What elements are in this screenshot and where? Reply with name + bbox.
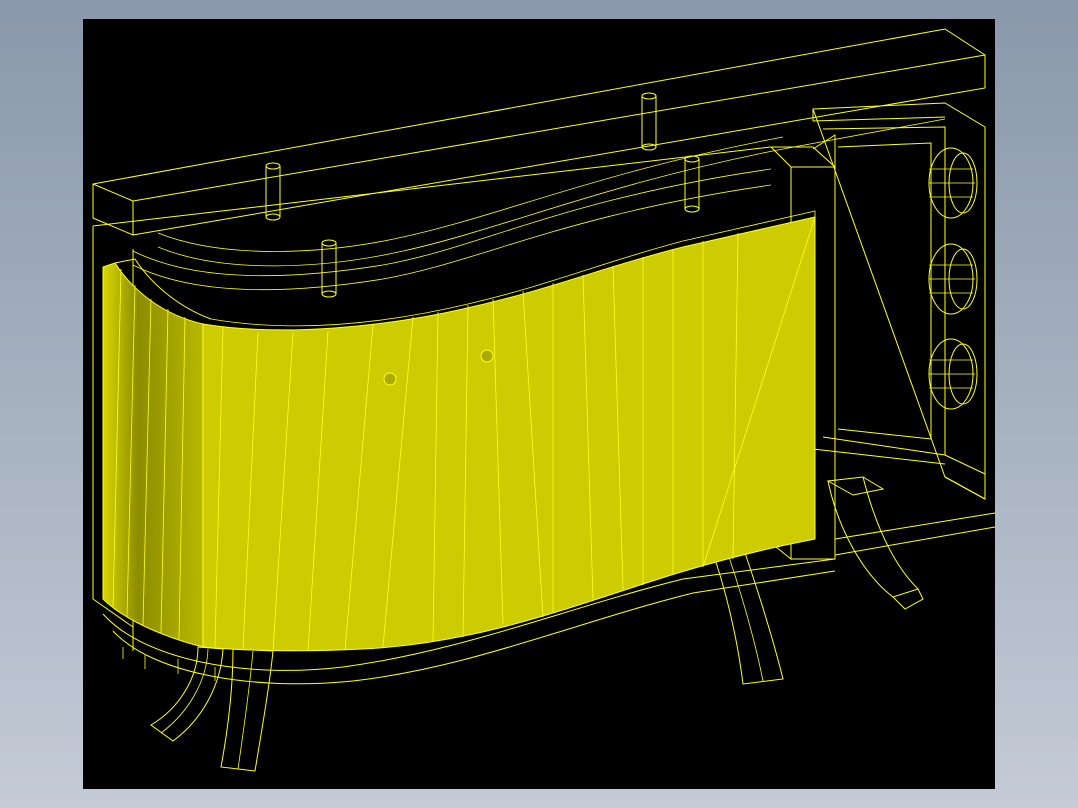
top-slab	[92, 28, 986, 267]
back-panel	[812, 102, 986, 539]
cad-viewport[interactable]	[83, 19, 995, 789]
knob	[928, 338, 978, 410]
leg	[150, 646, 224, 742]
knob	[928, 243, 978, 315]
curved-door	[102, 210, 816, 652]
cabinet-wireframe-drawing	[92, 28, 995, 772]
dowel	[684, 155, 700, 213]
leg	[826, 476, 924, 610]
knob	[928, 147, 978, 219]
leg	[714, 552, 784, 685]
knobs	[928, 147, 978, 410]
dowel	[641, 92, 657, 151]
